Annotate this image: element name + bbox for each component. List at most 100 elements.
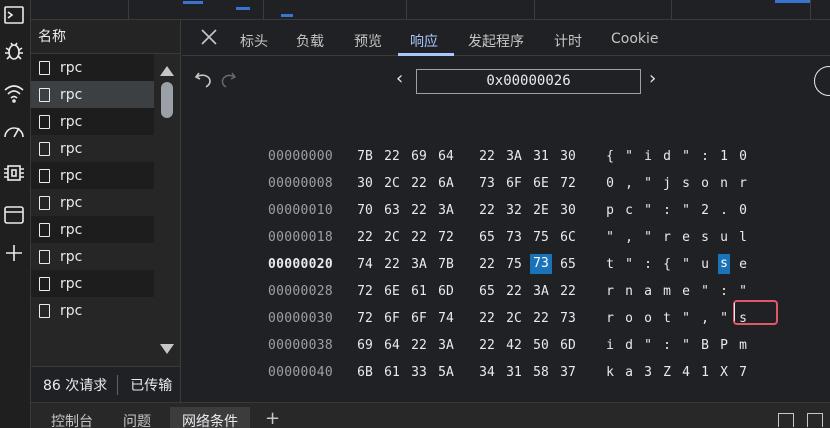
hex-byte[interactable]: 6B: [354, 365, 376, 380]
hex-byte[interactable]: 22: [557, 284, 579, 299]
hex-byte[interactable]: 64: [435, 149, 457, 164]
ascii-char[interactable]: :: [661, 203, 673, 218]
hex-byte[interactable]: 2E: [530, 203, 552, 218]
ascii-char[interactable]: d: [661, 149, 673, 164]
ascii-char[interactable]: :: [699, 149, 711, 164]
list-item[interactable]: rpc: [31, 216, 155, 243]
ascii-char[interactable]: i: [604, 338, 616, 353]
hex-byte[interactable]: 2C: [381, 230, 403, 245]
hex-byte[interactable]: 61: [381, 365, 403, 380]
ascii-char[interactable]: a: [642, 284, 654, 299]
hex-byte[interactable]: 22: [476, 311, 498, 326]
tab-response[interactable]: 响应: [410, 31, 438, 51]
ascii-char[interactable]: r: [604, 284, 616, 299]
ascii-char[interactable]: ": [642, 203, 654, 218]
hex-byte[interactable]: 73: [530, 254, 552, 274]
ascii-char[interactable]: p: [604, 203, 616, 218]
list-item[interactable]: rpc: [31, 270, 155, 297]
ascii-char[interactable]: 1: [699, 365, 711, 380]
drawer-dock-icon[interactable]: [778, 413, 794, 427]
hex-byte[interactable]: 61: [408, 284, 430, 299]
ascii-char[interactable]: u: [699, 257, 711, 272]
hex-byte[interactable]: 72: [354, 311, 376, 326]
window-icon[interactable]: [0, 202, 28, 228]
hex-byte[interactable]: 5A: [435, 365, 457, 380]
hex-byte[interactable]: 73: [503, 230, 525, 245]
hex-byte[interactable]: 31: [530, 149, 552, 164]
undo-icon[interactable]: [194, 69, 214, 89]
tab-issues[interactable]: 问题: [123, 411, 151, 428]
prev-address-button[interactable]: ‹: [396, 68, 403, 89]
hex-byte[interactable]: 22: [408, 203, 430, 218]
ascii-char[interactable]: ": [680, 257, 692, 272]
hex-byte[interactable]: 42: [503, 338, 525, 353]
ascii-char[interactable]: ": [642, 176, 654, 191]
hex-byte[interactable]: 73: [557, 311, 579, 326]
hex-byte[interactable]: 22: [530, 311, 552, 326]
hex-byte[interactable]: 32: [503, 203, 525, 218]
hex-byte[interactable]: 74: [435, 311, 457, 326]
hex-byte[interactable]: 31: [503, 365, 525, 380]
address-field[interactable]: 0x00000026: [416, 69, 641, 94]
ascii-char[interactable]: u: [718, 230, 730, 245]
ascii-char[interactable]: o: [699, 176, 711, 191]
ascii-char[interactable]: c: [623, 203, 635, 218]
ascii-char[interactable]: e: [680, 230, 692, 245]
hex-byte[interactable]: 69: [354, 338, 376, 353]
hex-byte[interactable]: 22: [354, 230, 376, 245]
ascii-char[interactable]: ": [737, 284, 749, 299]
ascii-char[interactable]: ,: [623, 176, 635, 191]
ascii-char[interactable]: 4: [680, 365, 692, 380]
hex-byte[interactable]: 22: [381, 149, 403, 164]
ascii-char[interactable]: 0: [737, 149, 749, 164]
ascii-char[interactable]: e: [737, 257, 749, 272]
ascii-char[interactable]: m: [661, 284, 673, 299]
add-tab-button[interactable]: +: [265, 408, 280, 428]
scroll-thumb[interactable]: [161, 82, 173, 118]
ascii-char[interactable]: i: [642, 149, 654, 164]
tab-preview[interactable]: 预览: [354, 31, 382, 51]
hex-byte[interactable]: 69: [408, 149, 430, 164]
tab-console[interactable]: 控制台: [51, 411, 93, 428]
hex-byte[interactable]: 22: [503, 284, 525, 299]
hex-byte[interactable]: 50: [530, 338, 552, 353]
tab-timing[interactable]: 计时: [554, 31, 582, 51]
tab-initiator[interactable]: 发起程序: [468, 31, 524, 51]
hex-byte[interactable]: 22: [408, 338, 430, 353]
ascii-char[interactable]: s: [680, 176, 692, 191]
ascii-char[interactable]: d: [623, 338, 635, 353]
hex-byte[interactable]: 65: [557, 257, 579, 272]
ascii-char[interactable]: m: [737, 338, 749, 353]
hex-byte[interactable]: 72: [435, 230, 457, 245]
ascii-char[interactable]: 0: [737, 203, 749, 218]
ascii-char[interactable]: :: [718, 284, 730, 299]
ascii-char[interactable]: n: [718, 176, 730, 191]
ascii-char[interactable]: 3: [642, 365, 654, 380]
hex-byte[interactable]: 22: [408, 230, 430, 245]
ascii-char[interactable]: a: [623, 365, 635, 380]
ascii-char[interactable]: r: [661, 230, 673, 245]
ascii-char[interactable]: X: [718, 365, 730, 380]
ascii-char[interactable]: r: [737, 176, 749, 191]
hex-byte[interactable]: 33: [408, 365, 430, 380]
ascii-char[interactable]: Z: [661, 365, 673, 380]
chip-icon[interactable]: [0, 160, 28, 186]
ascii-char[interactable]: e: [680, 284, 692, 299]
scroll-down-icon[interactable]: [160, 344, 174, 354]
tab-network-conditions[interactable]: 网络条件: [170, 407, 250, 428]
hex-byte[interactable]: 63: [381, 203, 403, 218]
bug-icon[interactable]: [0, 38, 28, 64]
ascii-char[interactable]: ": [680, 311, 692, 326]
wifi-icon[interactable]: [0, 80, 28, 106]
ascii-char[interactable]: 0: [604, 176, 616, 191]
ascii-char[interactable]: ": [718, 311, 730, 326]
hex-byte[interactable]: 72: [354, 284, 376, 299]
hex-byte[interactable]: 6F: [408, 311, 430, 326]
list-item[interactable]: rpc: [31, 162, 155, 189]
hex-byte[interactable]: 3A: [408, 257, 430, 272]
ascii-char[interactable]: t: [604, 257, 616, 272]
tab-headers[interactable]: 标头: [240, 31, 268, 51]
hex-byte[interactable]: 6D: [557, 338, 579, 353]
ascii-char[interactable]: ,: [623, 230, 635, 245]
ascii-char[interactable]: {: [661, 257, 673, 272]
